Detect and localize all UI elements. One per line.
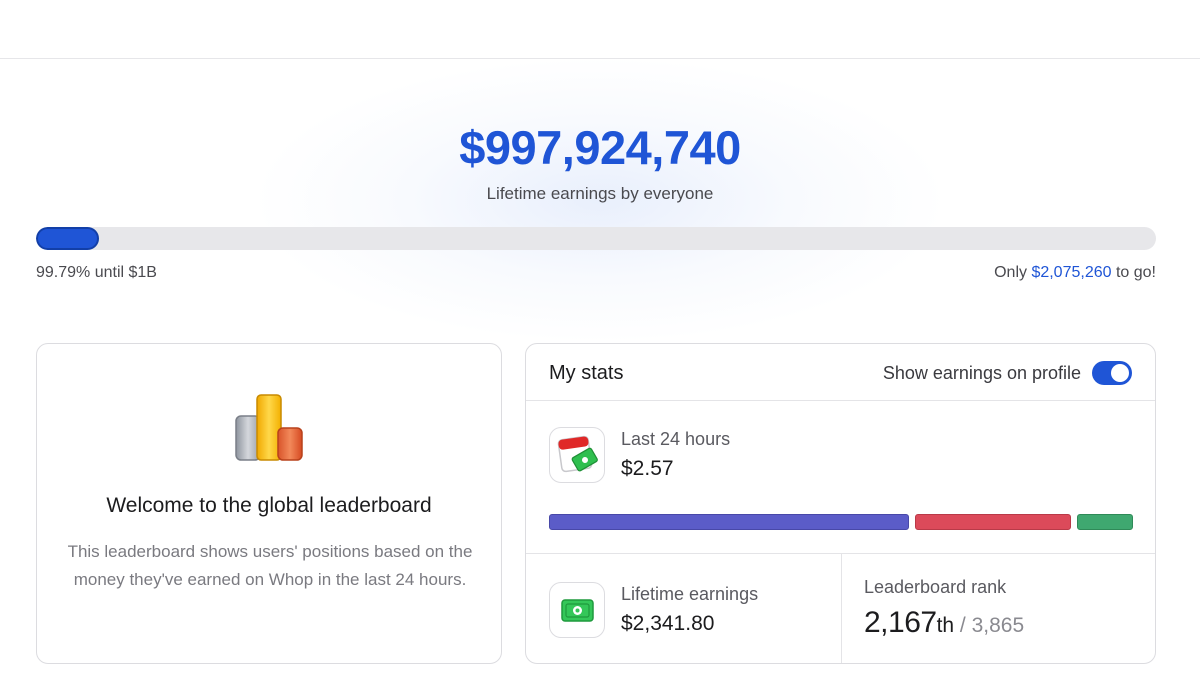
lifetime-earnings-label: Lifetime earnings — [621, 584, 759, 604]
last-24h-label: Last 24 hours — [621, 429, 731, 449]
stats-header: My stats Show earnings on profile — [526, 344, 1155, 401]
goal-progress-fill — [36, 227, 99, 250]
lifetime-total-subtitle: Lifetime earnings by everyone — [486, 184, 714, 203]
lifetime-total-amount: $997,924,740 — [459, 121, 741, 174]
rank-suffix: th — [936, 614, 955, 637]
leaderboard-rank-label: Leaderboard rank — [864, 577, 1007, 597]
goal-progress-bar — [36, 227, 1156, 250]
rank-number: 2,167 — [864, 606, 937, 639]
stats-divider-vertical — [841, 553, 842, 663]
progress-left-text: 99.79% until $1B — [36, 264, 157, 281]
my-stats-card: My stats Show earnings on profile Last 2… — [525, 343, 1156, 664]
show-earnings-label: Show earnings on profile — [882, 363, 1081, 383]
welcome-title: Welcome to the global leaderboard — [106, 494, 432, 517]
welcome-description: This leaderboard shows users' positions … — [67, 542, 473, 589]
last-24h-value: $2.57 — [621, 457, 674, 480]
toggle-knob — [1111, 364, 1129, 382]
welcome-card: Welcome to the global leaderboard This l… — [36, 343, 502, 664]
remaining-amount: $2,075,260 — [1031, 264, 1112, 281]
stats-title: My stats — [549, 362, 624, 384]
bar-chart-icon — [235, 394, 305, 464]
money-bill-icon — [549, 582, 605, 638]
calendar-money-icon — [549, 427, 605, 483]
rank-total: 3,865 — [971, 614, 1025, 637]
breakdown-segment-red — [915, 514, 1071, 530]
lifetime-earnings-value: $2,341.80 — [621, 612, 715, 635]
breakdown-segment-green — [1077, 514, 1133, 530]
show-earnings-toggle[interactable] — [1092, 361, 1132, 385]
rank-separator: / — [954, 614, 972, 637]
top-bar — [0, 0, 1200, 59]
leaderboard-rank-value: 2,167th / 3,865 — [864, 606, 1024, 640]
breakdown-segment-purple — [549, 514, 909, 530]
remaining-prefix: Only — [994, 264, 1032, 281]
remaining-suffix: to go! — [1111, 264, 1156, 281]
progress-remaining-text: Only $2,075,260 to go! — [994, 264, 1156, 282]
